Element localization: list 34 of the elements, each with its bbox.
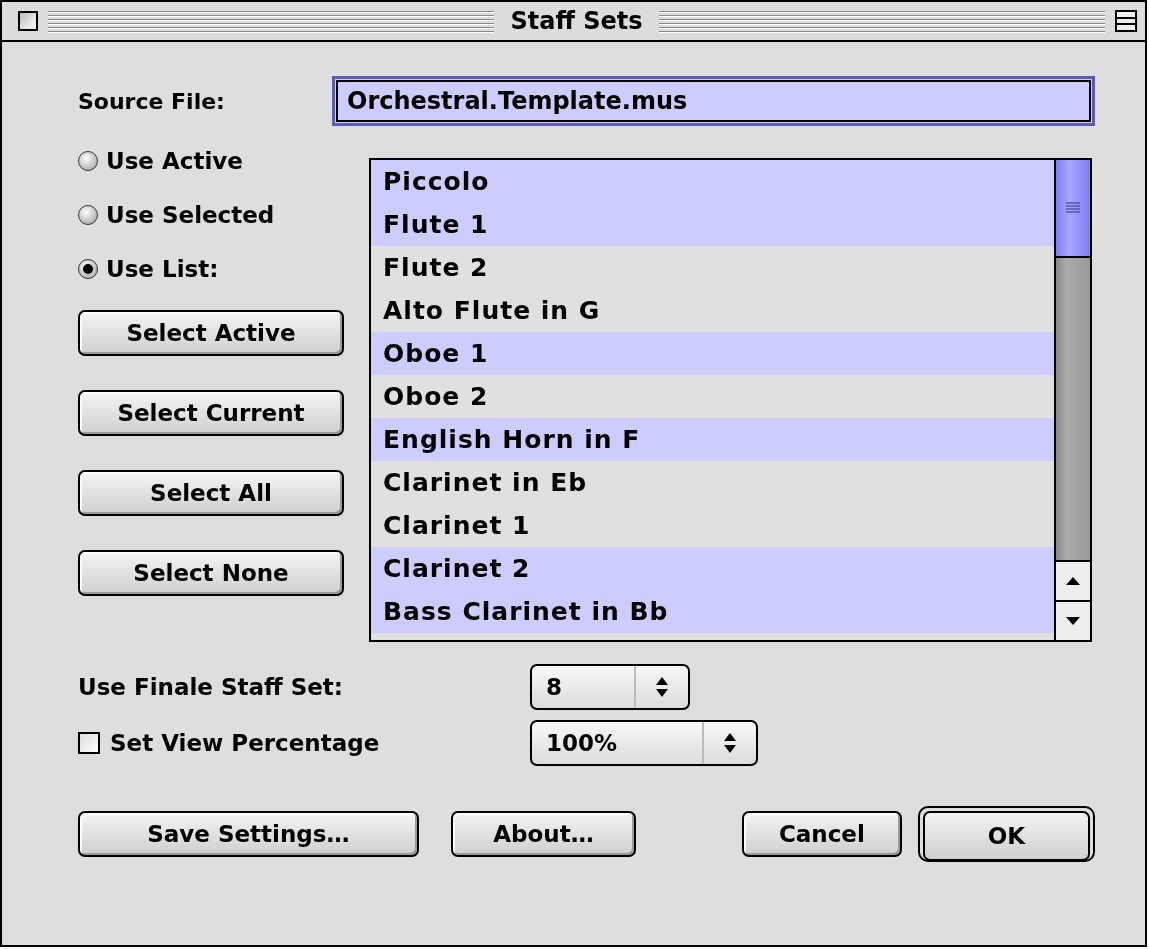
checkbox-label: Set View Percentage: [110, 730, 380, 756]
popup-menu[interactable]: 8: [530, 664, 690, 710]
dialog-button[interactable]: Cancel: [742, 811, 902, 857]
select-button[interactable]: Select Active: [78, 310, 344, 356]
radio-option[interactable]: Use List:: [78, 242, 219, 296]
up-down-arrows-icon: [723, 732, 737, 754]
list-item[interactable]: Flute 1: [371, 203, 1054, 246]
dialog-button[interactable]: About…: [450, 811, 637, 857]
window-title: Staff Sets: [509, 7, 644, 35]
collapse-box-icon[interactable]: [1115, 10, 1137, 32]
up-arrow-icon: [1065, 576, 1081, 586]
list-item[interactable]: English Horn in F: [371, 418, 1054, 461]
close-box-icon[interactable]: [18, 11, 38, 31]
select-button[interactable]: Select Current: [78, 390, 344, 436]
staff-set-label: Use Finale Staff Set:: [78, 674, 345, 700]
scroll-thumb[interactable]: [1056, 160, 1090, 258]
radio-option[interactable]: Use Selected: [78, 188, 275, 242]
select-button[interactable]: Select None: [78, 550, 344, 596]
popup-menu[interactable]: 100%: [530, 720, 758, 766]
scroll-up-button[interactable]: [1056, 560, 1090, 600]
source-file-label: Source File:: [78, 88, 226, 114]
checkbox[interactable]: [78, 732, 100, 754]
list-item[interactable]: Clarinet 2: [371, 547, 1054, 590]
scroll-down-button[interactable]: [1056, 600, 1090, 640]
radio-option[interactable]: Use Active: [78, 134, 243, 188]
list-item[interactable]: Oboe 1: [371, 332, 1054, 375]
down-arrow-icon: [1065, 616, 1081, 626]
up-down-arrows-icon: [655, 676, 669, 698]
dialog-button[interactable]: OK: [917, 806, 1095, 862]
select-button[interactable]: Select All: [78, 470, 344, 516]
list-item[interactable]: Bass Clarinet in Bb: [371, 590, 1054, 633]
source-file-field[interactable]: Orchestral.Template.mus: [332, 76, 1095, 126]
dialog-button[interactable]: Save Settings…: [78, 811, 419, 857]
list-item[interactable]: Piccolo: [371, 160, 1054, 203]
